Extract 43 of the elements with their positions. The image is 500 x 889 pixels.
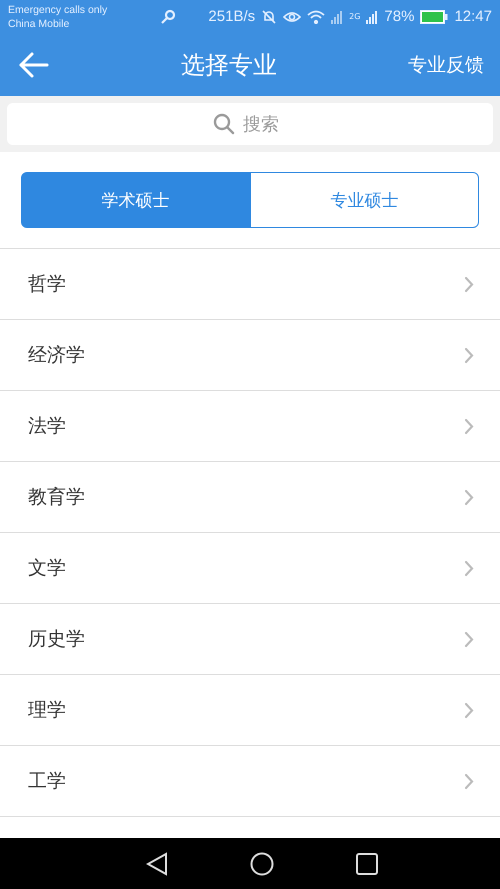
major-name: 法学 [28, 414, 67, 439]
battery-icon [420, 10, 448, 24]
back-nav-icon[interactable] [146, 852, 168, 876]
major-list-item[interactable]: 历史学 [0, 604, 500, 675]
signal-icon [366, 10, 378, 24]
eye-icon [283, 10, 302, 24]
major-name: 理学 [28, 698, 67, 723]
major-name: 经济学 [28, 343, 86, 368]
recents-nav-icon[interactable] [356, 852, 378, 874]
clock-time: 12:47 [454, 8, 492, 25]
major-list-item[interactable]: 经济学 [0, 320, 500, 391]
signal-icon [331, 10, 344, 24]
major-name: 文学 [28, 556, 67, 581]
degree-tab[interactable]: 学术硕士 [21, 172, 250, 228]
carrier-text: Emergency calls only [8, 2, 108, 16]
major-list-item[interactable]: 工学 [0, 746, 500, 817]
major-name: 工学 [28, 769, 67, 794]
page-title: 选择专业 [180, 50, 278, 80]
chevron-right-icon [464, 276, 474, 292]
search-field[interactable]: 搜索 [7, 103, 493, 145]
major-list-item[interactable]: 文学 [0, 533, 500, 604]
chevron-right-icon [464, 702, 474, 718]
major-name: 哲学 [28, 272, 67, 297]
degree-tab[interactable]: 专业硕士 [250, 172, 479, 228]
wifi-icon [307, 10, 326, 24]
home-nav-icon[interactable] [250, 852, 274, 876]
major-list-item[interactable]: 理学 [0, 675, 500, 746]
chevron-right-icon [464, 630, 474, 648]
major-list-item[interactable]: 哲学 [0, 249, 500, 320]
network-type: 2G [349, 12, 360, 21]
major-name: 教育学 [28, 485, 86, 510]
major-list-item[interactable]: 教育学 [0, 462, 500, 533]
chevron-right-icon [464, 488, 474, 506]
chevron-right-icon [464, 418, 474, 434]
net-speed: 251B/s [208, 8, 256, 25]
mute-icon [261, 8, 278, 24]
battery-percent: 78% [384, 8, 414, 25]
major-list-item[interactable]: 法学 [0, 391, 500, 462]
carrier-text: China Mobile [8, 16, 70, 30]
chevron-right-icon [464, 346, 474, 364]
chevron-right-icon [464, 772, 474, 790]
chevron-right-icon [464, 560, 474, 576]
major-name: 历史学 [28, 627, 86, 652]
